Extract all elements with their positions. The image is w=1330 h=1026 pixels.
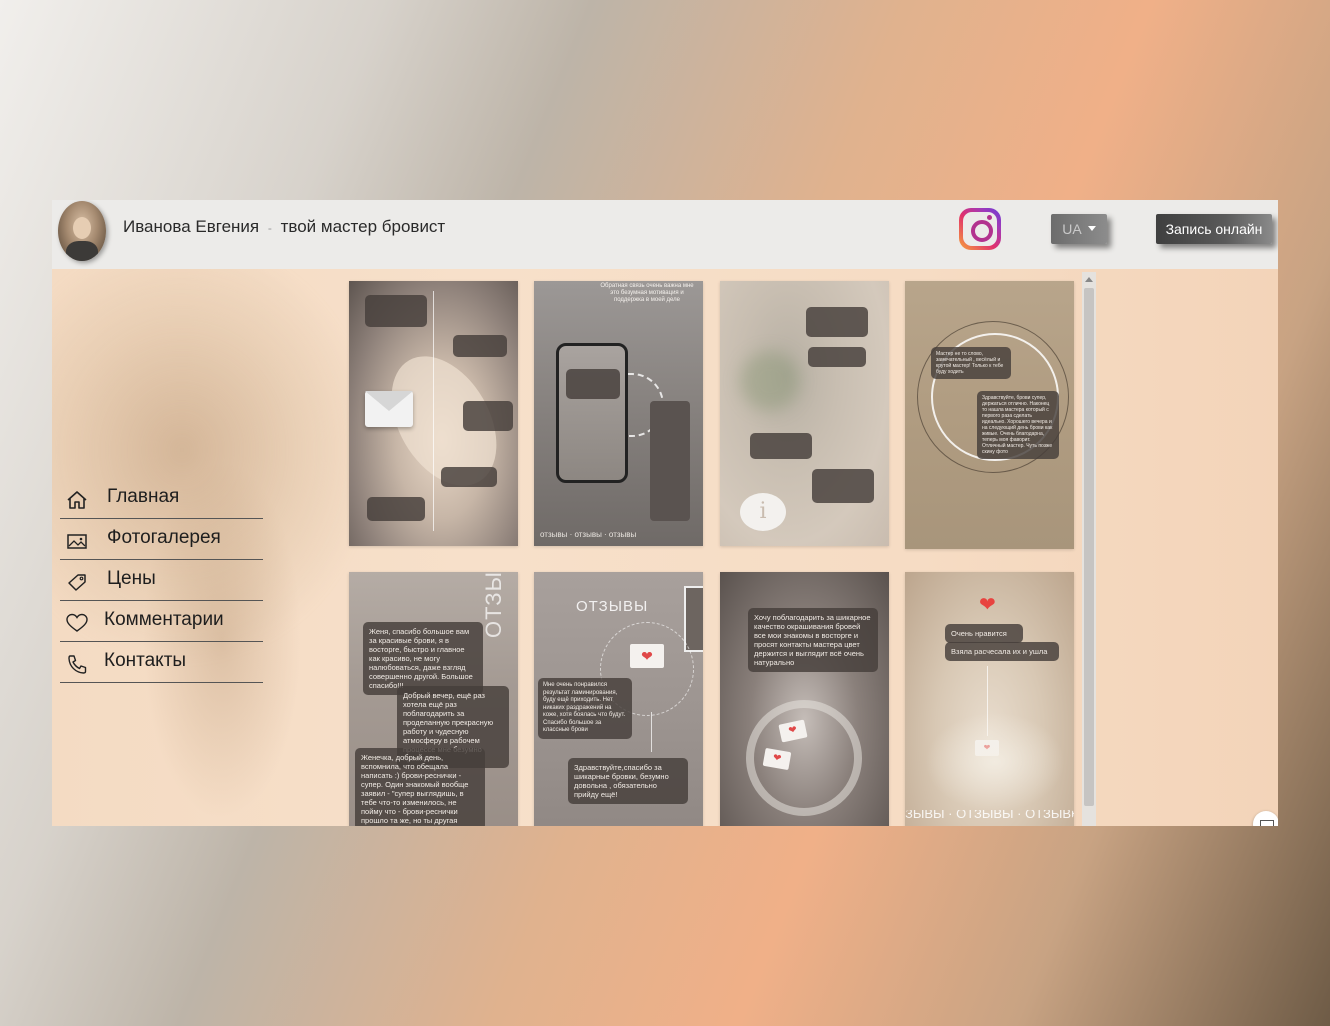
chat-bubble: Хочу поблагодарить за шикарное качество … [748,608,878,672]
chat-bubble [463,401,513,431]
review-card[interactable]: Мастер не то слово, замечательный , весё… [905,281,1074,549]
envelope-heart-icon: ❤ [630,644,664,668]
chat-bubble: Здравствуйте,спасибо за шикарные бровки,… [568,758,688,804]
chat-bubble: Очень нравится [945,624,1023,643]
decor-line [651,712,652,752]
nav-item-contacts[interactable]: Контакты [60,642,263,683]
card-bottom-text: ЗЫВЫ · ОТЗЫВЫ · ОТЗЫВЫ · ОТЗ [905,810,1074,818]
sidebar-nav: Главная Фотогалерея Цены Комментарии Кон… [60,478,263,683]
vertical-title: ОТЗЫВЫ [481,572,506,638]
language-value: UA [1062,221,1082,237]
tag-icon [68,574,86,591]
card-caption: Обратная связь очень важна мне это безум… [600,283,694,303]
instagram-icon-dot [987,215,992,220]
nav-label-prices: Цены [107,568,156,589]
chat-bubble: Взяла расчесала их и ушла [945,642,1059,661]
chat-bubble: Женя, спасибо большое вам за красивые бр… [363,622,483,695]
nav-item-prices[interactable]: Цены [60,560,263,601]
title-separator: - [267,221,272,235]
scroll-up-icon[interactable] [1085,277,1093,282]
avatar[interactable] [58,201,106,261]
nav-item-gallery[interactable]: Фотогалерея [60,519,263,560]
info-icon: i [740,493,786,531]
avatar-body [66,241,98,261]
image-icon [67,534,87,549]
site-owner-name: Иванова Евгения [123,217,260,236]
chat-bubble [566,369,620,399]
chat-bubble: Женечка, добрый день, вспомнила, что обе… [355,748,485,826]
site-tagline: твой мастер бровист [280,217,446,236]
nav-label-comments: Комментарии [104,609,224,630]
browser-viewport: Иванова Евгения - твой мастер бровист UA… [52,200,1278,826]
nav-label-home: Главная [107,486,180,507]
card-title: ОТЗЫВЫ [576,598,649,615]
review-card[interactable]: ❤ Очень нравится Взяла расчесала их и уш… [905,572,1074,826]
heart-icon: ❤ [979,594,996,616]
nav-label-contacts: Контакты [104,650,187,671]
chat-bubble [365,295,427,327]
chat-bubble [367,497,425,521]
review-card[interactable]: Хочу поблагодарить за шикарное качество … [720,572,889,826]
nav-item-home[interactable]: Главная [60,478,263,519]
nav-item-comments[interactable]: Комментарии [60,601,263,642]
chat-bubble [808,347,866,367]
home-icon [67,491,87,509]
chat-bubble: Мастер не то слово, замечательный , весё… [931,347,1011,379]
review-card[interactable]: ОТЗЫВЫ Женя, спасибо большое вам за крас… [349,572,518,826]
review-card[interactable] [349,281,518,546]
chat-bubble [453,335,507,357]
language-select[interactable]: UA [1051,214,1107,244]
nav-label-gallery: Фотогалерея [107,527,221,548]
site-title[interactable]: Иванова Евгения - твой мастер бровист [123,217,445,237]
phone-icon [68,655,87,674]
book-online-button[interactable]: Запись онлайн [1156,214,1272,244]
card-bottom-text: отзывы · отзывы · отзывы [540,531,637,539]
avatar-face [73,217,91,239]
chevron-down-icon [1087,225,1096,231]
heart-icon [66,613,88,632]
review-card[interactable]: ОТЗЫВЫ ❤ Мне очень понравился результат … [534,572,703,826]
instagram-icon[interactable] [959,208,1001,250]
reader-mode-icon[interactable] [1253,811,1278,826]
chat-bubble [750,433,812,459]
chat-bubble: Здравствуйте, брови супер, держаться отл… [977,391,1059,459]
decor-line [433,291,434,531]
header-bar: Иванова Евгения - твой мастер бровист UA… [52,200,1278,269]
chat-bubble [441,467,497,487]
chat-bubble [806,307,868,337]
review-card[interactable]: Обратная связь очень важна мне это безум… [534,281,703,546]
scrollbar-thumb[interactable] [1084,288,1094,806]
instagram-icon-lens [971,220,993,242]
review-card[interactable]: i [720,281,889,546]
chat-bubble: Мне очень понравился результат ламиниров… [538,678,632,739]
chat-bubble [812,469,874,503]
gallery-scrollbar[interactable] [1082,272,1096,826]
